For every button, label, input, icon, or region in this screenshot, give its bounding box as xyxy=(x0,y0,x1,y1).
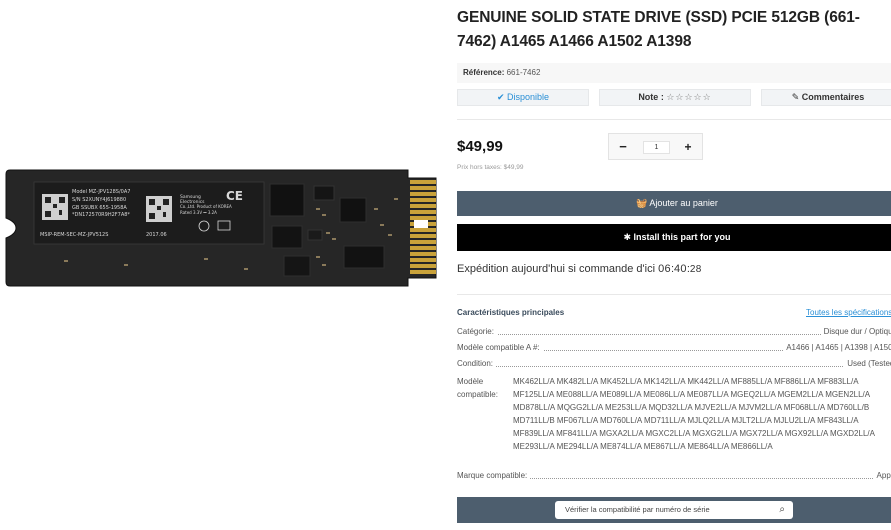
spec-row-condition: Condition: Used (Tested) xyxy=(457,358,891,370)
availability-badge: ✔ Disponible xyxy=(457,89,589,106)
qty-decrease-button[interactable]: − xyxy=(615,138,631,156)
spec-label: Condition: xyxy=(457,358,497,370)
compatible-models-list: MK462LL/A MK482LL/A MK452LL/A MK142LL/A … xyxy=(513,377,875,451)
price-excl-tax-note: Prix hors taxes: $49,99 xyxy=(457,164,524,171)
spec-row-compatible-a: Modèle compatible A #: A1466 | A1465 | A… xyxy=(457,342,891,354)
qty-increase-button[interactable]: + xyxy=(680,138,696,156)
reference-value: 661-7462 xyxy=(506,68,541,77)
basket-icon: 🧺 xyxy=(636,198,648,208)
quantity-input[interactable]: 1 xyxy=(643,141,670,154)
label-model-text: Model MZ-JPV128S/0A7 xyxy=(72,189,130,195)
product-price: $49,99 xyxy=(457,138,503,155)
spec-label: Modèle compatible A #: xyxy=(457,342,543,354)
label-gb-text: GB SSUBX 655-1958A xyxy=(72,205,127,211)
specs-heading: Caractéristiques principales xyxy=(457,308,565,317)
compatible-models-label: Modèle compatible: xyxy=(457,377,498,399)
all-specs-link[interactable]: Toutes les spécifications xyxy=(806,308,891,317)
serial-number-search-input[interactable]: Vérifier la compatibilité par numéro de … xyxy=(555,501,793,519)
label-year-text: 2017.06 xyxy=(146,232,167,238)
shipping-countdown: Expédition aujourd'hui si commande d'ici… xyxy=(457,263,702,275)
product-meta-chips: ✔ Disponible Note : ☆☆☆☆☆ ✎ Commentaires xyxy=(457,89,891,107)
comments-button[interactable]: ✎ Commentaires xyxy=(761,89,891,106)
spec-label: Catégorie: xyxy=(457,326,497,338)
install-service-button[interactable]: ✱ Install this part for you xyxy=(457,224,891,251)
label-msip-text: MSIP-REM-SEC-MZ-JPV512S xyxy=(40,232,108,238)
compatibility-check-bar: Vérifier la compatibilité par numéro de … xyxy=(457,497,891,523)
add-to-cart-label: Ajouter au panier xyxy=(649,198,718,208)
gear-icon: ✱ xyxy=(623,232,631,242)
countdown-seconds: 28 xyxy=(689,264,702,275)
svg-text:Co.,Ltd. Product of KOREA: Co.,Ltd. Product of KOREA xyxy=(180,204,232,209)
countdown-minutes: 40 xyxy=(674,263,687,275)
product-image-area: Model MZ-JPV128S/0A7 S/N S2XUNY4J619880 … xyxy=(0,0,448,530)
install-label: Install this part for you xyxy=(633,232,731,242)
reference-row: Référence: 661-7462 xyxy=(457,63,891,83)
spec-value: Apple xyxy=(873,470,891,482)
search-icon[interactable]: ⌕ xyxy=(779,501,785,519)
spec-value: A1466 | A1465 | A1398 | A1502 xyxy=(783,342,891,354)
divider xyxy=(457,119,891,120)
serial-search-placeholder: Vérifier la compatibilité par numéro de … xyxy=(565,505,710,514)
spec-row-brand: Marque compatible: Apple xyxy=(457,470,891,482)
spec-label: Marque compatible: xyxy=(457,470,531,482)
check-circle-icon: ✔ xyxy=(496,92,505,102)
label-dn-text: *DN172570R9H2F7A8* xyxy=(72,212,130,218)
reference-label: Référence: xyxy=(463,68,505,77)
countdown-hours: 06 xyxy=(658,263,671,275)
label-ce-mark: CE xyxy=(226,189,243,203)
label-sn-text: S/N S2XUNY4J619880 xyxy=(72,197,126,203)
star-rating-icons[interactable]: ☆☆☆☆☆ xyxy=(666,92,711,102)
spec-value: Disque dur / Optique xyxy=(820,326,891,338)
add-to-cart-button[interactable]: 🧺 Ajouter au panier xyxy=(457,191,891,216)
rating-label: Note : xyxy=(638,92,664,102)
svg-text:Rated 3.3V ⎓ 3.2A: Rated 3.3V ⎓ 3.2A xyxy=(180,210,217,215)
divider xyxy=(457,294,891,295)
rating-chip[interactable]: Note : ☆☆☆☆☆ xyxy=(599,89,751,106)
shipping-text: Expédition aujourd'hui si commande d'ici xyxy=(457,263,656,275)
quantity-stepper: − 1 + xyxy=(608,133,703,160)
ssd-product-image[interactable]: Model MZ-JPV128S/0A7 S/N S2XUNY4J619880 … xyxy=(4,168,438,288)
comments-label: Commentaires xyxy=(801,92,865,102)
edit-icon: ✎ xyxy=(791,92,800,102)
spec-value: Used (Tested) xyxy=(844,358,891,370)
product-title: GENUINE SOLID STATE DRIVE (SSD) PCIE 512… xyxy=(457,9,860,50)
availability-text: Disponible xyxy=(507,92,550,102)
spec-row-category: Catégorie: Disque dur / Optique xyxy=(457,326,891,338)
